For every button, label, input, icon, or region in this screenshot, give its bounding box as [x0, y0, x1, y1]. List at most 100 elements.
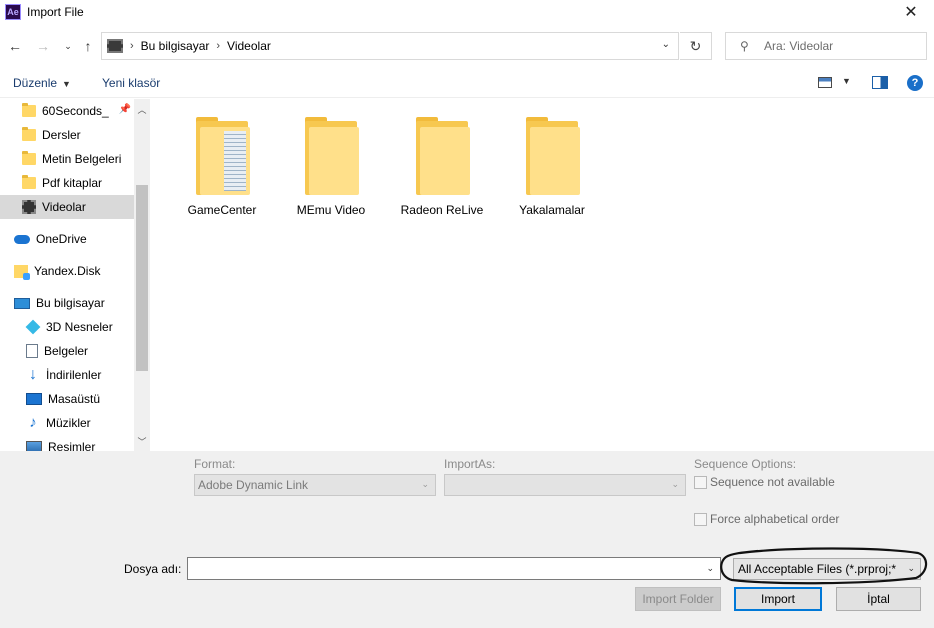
sequence-checkbox[interactable]: Sequence not available	[694, 475, 835, 489]
sidebar-item-dersler[interactable]: Dersler	[22, 123, 134, 147]
folder-icon	[22, 151, 36, 165]
sidebar-item-label: İndirilenler	[46, 368, 102, 382]
preview-pane-icon[interactable]	[872, 76, 888, 89]
sidebar-item-60seconds[interactable]: 60Seconds_ 📌	[22, 99, 134, 123]
folder-icon	[22, 127, 36, 141]
sidebar-item-resimler[interactable]: Resimler	[26, 435, 134, 451]
sidebar-item-metin-belgeleri[interactable]: Metin Belgeleri	[22, 147, 134, 171]
chevron-right-icon: ›	[216, 40, 221, 52]
close-button[interactable]: ✕	[888, 0, 934, 24]
sidebar-item-label: Dersler	[42, 128, 81, 142]
sidebar-item-label: Metin Belgeleri	[42, 152, 122, 166]
arrow-right-icon: →	[36, 38, 50, 54]
organize-button[interactable]: Düzenle ▼	[13, 76, 71, 90]
folder-icon	[22, 103, 36, 117]
sequence-checkbox-label: Sequence not available	[710, 475, 835, 489]
chevron-down-icon[interactable]: ⌄	[662, 39, 670, 50]
import-options-panel: Format: Adobe Dynamic Link ⌄ ImportAs: ⌄…	[0, 451, 934, 628]
sidebar-item-pdf-kitaplar[interactable]: Pdf kitaplar	[22, 171, 134, 195]
folder-item-radeon-relive[interactable]: Radeon ReLive	[395, 111, 489, 223]
search-box[interactable]: ⚲	[725, 32, 927, 60]
folder-icon	[194, 117, 250, 197]
yandex-disk-icon	[14, 264, 30, 280]
recent-locations-button[interactable]: ⌄	[58, 36, 78, 56]
sidebar-item-masaustu[interactable]: Masaüstü	[26, 387, 134, 411]
new-folder-button[interactable]: Yeni klasör	[102, 76, 160, 90]
back-button[interactable]: ←	[5, 36, 25, 56]
chevron-down-icon[interactable]: ﹀	[134, 433, 150, 449]
address-bar[interactable]: › Bu bilgisayar › Videolar ⌄	[101, 32, 679, 60]
filename-input[interactable]	[188, 558, 688, 579]
folder-icon	[303, 117, 359, 197]
folder-name: Radeon ReLive	[400, 203, 484, 217]
refresh-button[interactable]: ↻	[680, 32, 712, 60]
view-mode-icon[interactable]	[818, 77, 832, 88]
navigation-bar: ← → ⌄ ↑ › Bu bilgisayar › Videolar ⌄ ↻ ⚲	[0, 30, 934, 62]
sidebar-item-label: Yandex.Disk	[34, 264, 101, 278]
chevron-down-icon[interactable]: ⌄	[706, 563, 714, 574]
sidebar-item-label: Resimler	[48, 440, 96, 451]
sidebar-item-muzikler[interactable]: ♪ Müzikler	[26, 411, 134, 435]
pictures-icon	[26, 441, 42, 451]
search-input[interactable]	[764, 39, 914, 53]
filename-label: Dosya adı:	[124, 562, 182, 576]
sidebar-item-label: Pdf kitaplar	[42, 176, 103, 190]
breadcrumb-computer[interactable]: Bu bilgisayar	[141, 39, 210, 53]
import-folder-button[interactable]: Import Folder	[635, 587, 721, 611]
cloud-icon	[14, 234, 30, 244]
sidebar-item-onedrive[interactable]: OneDrive	[14, 227, 134, 251]
sidebar-item-bu-bilgisayar[interactable]: Bu bilgisayar	[14, 291, 134, 315]
chevron-right-icon: ›	[130, 40, 134, 52]
document-preview	[224, 131, 246, 191]
computer-icon	[14, 297, 30, 309]
breadcrumb-videos[interactable]: Videolar	[227, 39, 271, 53]
caret-down-icon[interactable]: ▼	[842, 76, 851, 86]
search-icon: ⚲	[740, 39, 749, 53]
title-bar: Ae Import File ✕	[0, 0, 934, 24]
sidebar-item-label: 3D Nesneler	[46, 320, 113, 334]
sidebar-item-label: Masaüstü	[48, 392, 101, 406]
desktop-icon	[26, 393, 42, 405]
sidebar-item-indirilenler[interactable]: ↓ İndirilenler	[26, 363, 134, 387]
folder-icon	[524, 117, 580, 197]
format-select[interactable]: Adobe Dynamic Link ⌄	[194, 474, 436, 496]
sidebar-item-3d-nesneler[interactable]: 3D Nesneler	[25, 315, 134, 339]
help-icon[interactable]: ?	[907, 75, 923, 91]
3d-objects-icon	[25, 319, 41, 335]
folder-item-yakalamalar[interactable]: Yakalamalar	[505, 111, 599, 223]
music-icon: ♪	[29, 414, 37, 431]
sidebar-item-label: Videolar	[42, 200, 86, 214]
cancel-button[interactable]: İptal	[836, 587, 921, 611]
folder-name: MEmu Video	[296, 203, 366, 217]
sidebar-item-yandex-disk[interactable]: Yandex.Disk	[14, 259, 134, 283]
up-button[interactable]: ↑	[78, 36, 98, 56]
file-type-filter-value: All Acceptable Files (*.prproj;*	[738, 562, 897, 576]
sidebar-scrollbar[interactable]: ︿ ﹀	[134, 99, 150, 451]
checkbox-box[interactable]	[694, 512, 707, 526]
force-alphabetical-checkbox[interactable]: Force alphabetical order	[694, 512, 839, 526]
documents-icon	[26, 344, 38, 358]
arrow-up-icon: ↑	[84, 38, 92, 54]
folder-icon	[22, 175, 36, 189]
downloads-icon: ↓	[29, 366, 37, 383]
arrow-left-icon: ←	[8, 38, 22, 54]
format-label: Format:	[194, 457, 236, 471]
filename-combo[interactable]: ⌄	[187, 557, 721, 580]
pin-icon: 📌	[118, 104, 131, 115]
chevron-up-icon[interactable]: ︿	[134, 101, 150, 117]
forward-button[interactable]: →	[33, 36, 53, 56]
file-type-filter-select[interactable]: All Acceptable Files (*.prproj;* ⌄	[733, 558, 921, 580]
sequence-options-label: Sequence Options:	[694, 457, 797, 471]
sidebar-item-belgeler[interactable]: Belgeler	[26, 339, 134, 363]
organize-label: Düzenle	[13, 76, 58, 90]
import-button[interactable]: Import	[734, 587, 822, 611]
folder-item-memu-video[interactable]: MEmu Video	[284, 111, 378, 223]
sidebar-item-label: Belgeler	[44, 344, 89, 358]
sidebar-item-videolar[interactable]: Videolar	[0, 195, 134, 219]
folder-icon	[414, 117, 470, 197]
scrollbar-thumb[interactable]	[136, 185, 148, 371]
format-value: Adobe Dynamic Link	[198, 478, 309, 492]
import-as-select[interactable]: ⌄	[444, 474, 686, 496]
checkbox-box[interactable]	[694, 475, 707, 489]
folder-item-gamecenter[interactable]: GameCenter	[175, 111, 269, 223]
